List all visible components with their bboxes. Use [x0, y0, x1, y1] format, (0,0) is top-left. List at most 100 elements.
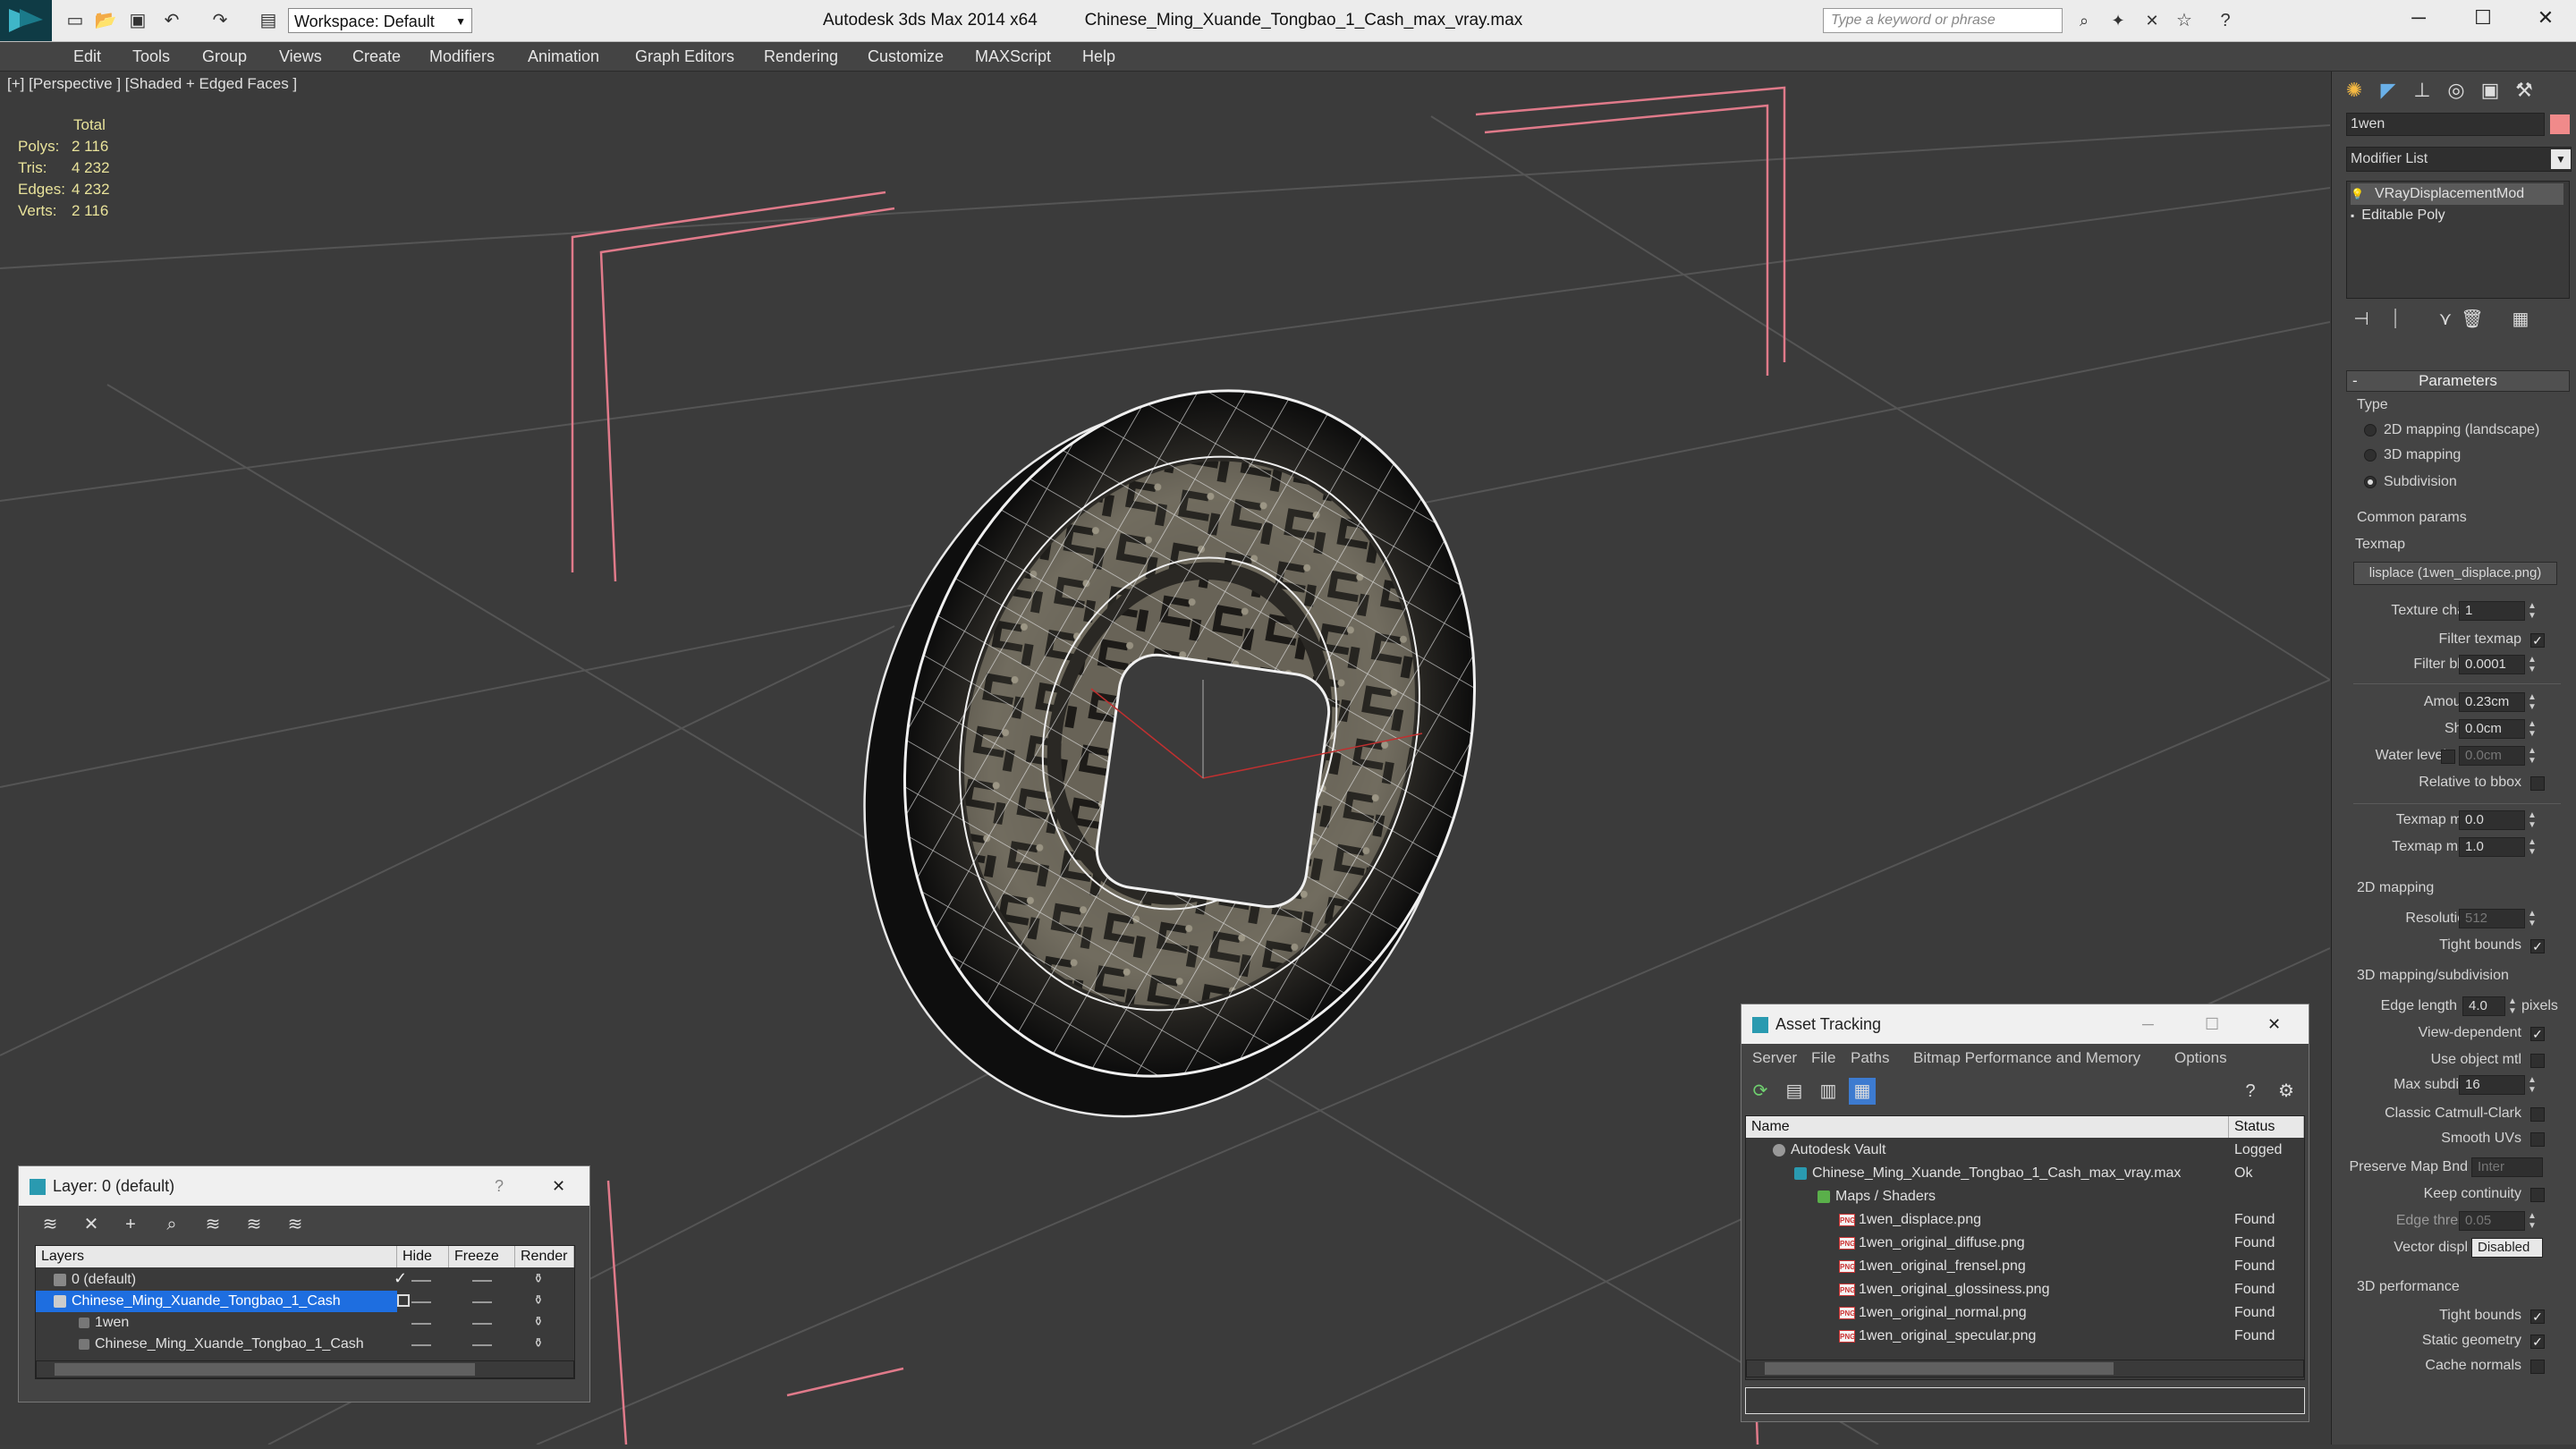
tree-view-icon[interactable]: ▥	[1815, 1078, 1842, 1105]
app-logo-icon[interactable]	[0, 0, 52, 41]
list-view-icon[interactable]: ▤	[1781, 1078, 1808, 1105]
active-layer-check-icon[interactable]: ✓	[394, 1269, 407, 1288]
asset-row[interactable]: PNG 1wen_original_diffuse.png	[1839, 1233, 2025, 1254]
asset-menu-bitmap[interactable]: Bitmap Performance and Memory	[1913, 1044, 2140, 1072]
texmap-max-spinner[interactable]: 1.0	[2459, 837, 2525, 857]
subscription-icon[interactable]: ✦	[2106, 8, 2131, 33]
asset-row[interactable]: PNG 1wen_original_specular.png	[1839, 1326, 2036, 1347]
close-icon[interactable]: ✕	[2267, 1004, 2281, 1044]
layer-object-row[interactable]: 1wen	[79, 1312, 129, 1334]
spinner-arrows-icon[interactable]: ▲ ▼	[2527, 601, 2538, 621]
menu-tools[interactable]: Tools	[132, 42, 170, 71]
asset-menu-options[interactable]: Options	[2174, 1044, 2227, 1072]
spinner-arrows-icon[interactable]: ▲ ▼	[2527, 909, 2538, 928]
search-input[interactable]: Type a keyword or phrase	[1823, 8, 2063, 33]
asset-menu-file[interactable]: File	[1811, 1044, 1835, 1072]
remove-modifier-icon[interactable]: 🗑	[2459, 306, 2486, 333]
spinner-arrows-icon[interactable]: ▲ ▼	[2507, 996, 2518, 1016]
render-teapot-icon[interactable]: ⚱	[533, 1292, 544, 1308]
cache-normals-checkbox[interactable]	[2530, 1360, 2545, 1374]
layer-row-selected[interactable]: Chinese_Ming_Xuande_Tongbao_1_Cash	[36, 1291, 397, 1312]
binoculars-icon[interactable]: ⌕	[2072, 8, 2097, 33]
asset-window-titlebar[interactable]: Asset Tracking ─ ☐ ✕	[1741, 1004, 2309, 1044]
menu-maxscript[interactable]: MAXScript	[975, 42, 1051, 71]
path-field[interactable]	[1745, 1387, 2305, 1414]
open-file-icon[interactable]: 📂	[93, 8, 118, 33]
water-level-checkbox[interactable]	[2441, 750, 2455, 764]
create-tab-sun-icon[interactable]: ✺	[2337, 73, 2371, 107]
texmap-button[interactable]: lisplace (1wen_displace.png)	[2353, 562, 2557, 585]
menu-help[interactable]: Help	[1082, 42, 1115, 71]
tight-bounds-checkbox[interactable]: ✓	[2530, 939, 2545, 953]
asset-menu-paths[interactable]: Paths	[1851, 1044, 1889, 1072]
asset-row[interactable]: PNG 1wen_original_normal.png	[1839, 1302, 2027, 1324]
texmap-min-spinner[interactable]: 0.0	[2459, 810, 2525, 830]
add-to-layer-icon[interactable]: +	[117, 1211, 144, 1238]
radio-3d-mapping[interactable]	[2364, 449, 2377, 462]
menu-views[interactable]: Views	[279, 42, 322, 71]
maximize-button[interactable]: ☐	[2453, 0, 2513, 36]
motion-tab-icon[interactable]: ◎	[2439, 73, 2473, 107]
table-view-icon[interactable]: ▦	[1849, 1078, 1876, 1105]
scrollbar-thumb[interactable]	[1765, 1362, 2114, 1375]
close-icon[interactable]: ✕	[552, 1166, 565, 1206]
maximize-icon[interactable]: ☐	[2205, 1004, 2219, 1044]
menu-customize[interactable]: Customize	[868, 42, 944, 71]
radio-2d-mapping[interactable]	[2364, 424, 2377, 436]
select-objects-icon[interactable]: ⌕	[158, 1211, 185, 1238]
spinner-arrows-icon[interactable]: ▲ ▼	[2527, 746, 2538, 766]
spinner-arrows-icon[interactable]: ▲ ▼	[2527, 692, 2538, 712]
keep-continuity-checkbox[interactable]	[2530, 1188, 2545, 1202]
asset-row[interactable]: PNG 1wen_displace.png	[1839, 1209, 1981, 1231]
spinner-arrows-icon[interactable]: ▲ ▼	[2527, 1211, 2538, 1231]
workspace-dropdown[interactable]: Workspace: Default ▼	[288, 8, 472, 33]
menu-create[interactable]: Create	[352, 42, 401, 71]
create-layer-icon[interactable]: ≋	[37, 1211, 64, 1238]
static-geometry-checkbox[interactable]: ✓	[2530, 1335, 2545, 1349]
spinner-arrows-icon[interactable]: ▲ ▼	[2527, 655, 2538, 674]
save-icon[interactable]: ▣	[125, 8, 150, 33]
max-subdivs-spinner[interactable]: 16	[2459, 1075, 2525, 1095]
minimize-icon[interactable]: ─	[2142, 1004, 2154, 1044]
minimize-button[interactable]: ─	[2388, 0, 2449, 36]
asset-row[interactable]: PNG 1wen_original_frensel.png	[1839, 1256, 2026, 1277]
edge-thresh-spinner[interactable]: 0.05	[2459, 1211, 2525, 1231]
favorites-star-icon[interactable]: ☆	[2172, 8, 2197, 33]
view-dependent-checkbox[interactable]: ✓	[2530, 1027, 2545, 1041]
spinner-arrows-icon[interactable]: ▲ ▼	[2527, 810, 2538, 830]
freeze-all-layers-icon[interactable]: ≋	[282, 1211, 309, 1238]
show-end-result-icon[interactable]: ⏐	[2382, 306, 2409, 333]
object-color-swatch[interactable]	[2550, 114, 2570, 134]
hide-toggle[interactable]	[411, 1301, 431, 1303]
undo-icon[interactable]: ↶	[159, 8, 184, 33]
render-teapot-icon[interactable]: ⚱	[533, 1314, 544, 1329]
configure-sets-icon[interactable]: ▦	[2507, 306, 2534, 333]
col-freeze[interactable]: Freeze	[449, 1246, 515, 1267]
smooth-uvs-checkbox[interactable]	[2530, 1132, 2545, 1147]
col-render[interactable]: Render	[515, 1246, 574, 1267]
resolution-spinner[interactable]: 512	[2459, 909, 2525, 928]
hide-toggle[interactable]	[411, 1280, 431, 1282]
asset-row[interactable]: Chinese_Ming_Xuande_Tongbao_1_Cash_max_v…	[1794, 1163, 2181, 1184]
layer-window-titlebar[interactable]: Layer: 0 (default) ? ✕	[19, 1166, 589, 1206]
expand-plus-icon[interactable]: ▪	[2351, 209, 2354, 222]
texture-chan-spinner[interactable]: 1	[2459, 601, 2525, 621]
col-layers[interactable]: Layers	[36, 1246, 397, 1267]
asset-menu-server[interactable]: Server	[1752, 1044, 1797, 1072]
asset-row[interactable]: Autodesk Vault	[1773, 1140, 1885, 1161]
use-object-mtl-checkbox[interactable]	[2530, 1054, 2545, 1068]
shift-spinner[interactable]: 0.0cm	[2459, 719, 2525, 739]
horizontal-scrollbar[interactable]	[1746, 1360, 2304, 1377]
render-teapot-icon[interactable]: ⚱	[533, 1271, 544, 1286]
spinner-arrows-icon[interactable]: ▲ ▼	[2527, 837, 2538, 857]
help-icon[interactable]: ?	[495, 1166, 504, 1206]
freeze-toggle[interactable]	[472, 1280, 492, 1282]
col-status[interactable]: Status	[2229, 1116, 2304, 1138]
parameters-rollout[interactable]: - Parameters	[2346, 370, 2570, 392]
preserve-map-bnd-dropdown[interactable]: Inter	[2471, 1157, 2543, 1177]
lightbulb-icon[interactable]: 💡	[2351, 188, 2364, 200]
col-hide[interactable]: Hide	[397, 1246, 449, 1267]
set-current-layer-icon[interactable]	[397, 1294, 410, 1307]
hierarchy-tab-icon[interactable]: ⊥	[2405, 73, 2439, 107]
amount-spinner[interactable]: 0.23cm	[2459, 692, 2525, 712]
